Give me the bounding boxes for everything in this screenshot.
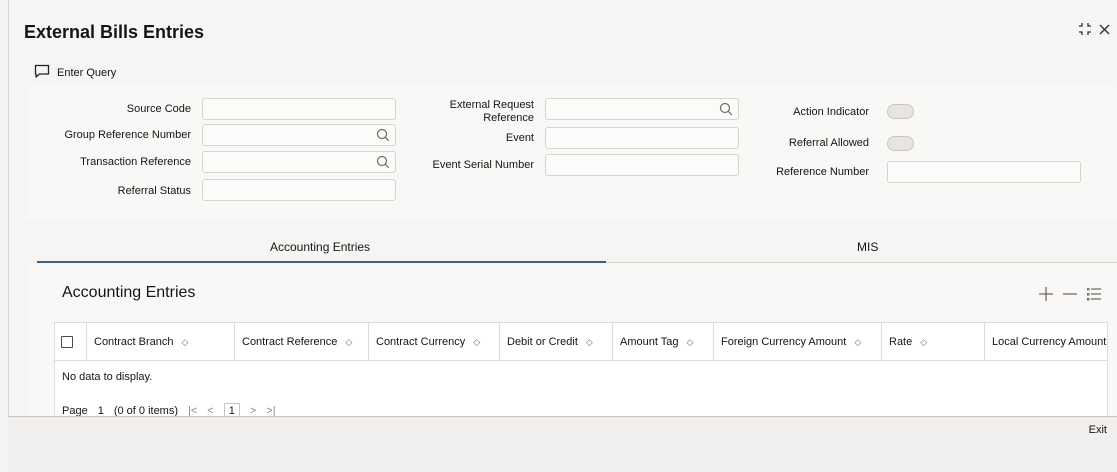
select-all-header bbox=[55, 323, 87, 361]
sort-icon[interactable]: ◇ bbox=[854, 337, 861, 348]
column-header-label: Contract Branch bbox=[94, 336, 174, 348]
source-code-label: Source Code bbox=[126, 103, 191, 115]
remove-icon[interactable] bbox=[1062, 286, 1078, 304]
column-header-amount-tag[interactable]: Amount Tag ◇ bbox=[613, 323, 714, 361]
external-request-reference-label: External Request Reference bbox=[407, 99, 534, 125]
event-label: Event bbox=[505, 132, 534, 144]
footer-bar: Exit bbox=[8, 416, 1117, 472]
exit-button[interactable]: Exit bbox=[1089, 424, 1107, 436]
grid-toolbar bbox=[1038, 286, 1102, 304]
event-serial-number-input[interactable] bbox=[545, 154, 739, 176]
column-header-label: Debit or Credit bbox=[507, 336, 578, 348]
event-input[interactable] bbox=[545, 127, 739, 149]
column-header-label: Foreign Currency Amount bbox=[721, 336, 847, 348]
group-reference-number-label: Group Reference Number bbox=[64, 129, 191, 141]
grid-title: Accounting Entries bbox=[62, 284, 196, 301]
chat-icon bbox=[34, 64, 50, 81]
sort-icon[interactable]: ◇ bbox=[345, 337, 352, 348]
referral-status-input[interactable] bbox=[202, 179, 396, 201]
close-icon[interactable] bbox=[1098, 23, 1111, 40]
empty-state-text: No data to display. bbox=[62, 371, 153, 383]
transaction-reference-input[interactable] bbox=[202, 151, 396, 173]
column-header-contract-currency[interactable]: Contract Currency ◇ bbox=[369, 323, 500, 361]
referral-allowed-toggle[interactable] bbox=[887, 136, 914, 151]
column-header-foreign-currency-amount[interactable]: Foreign Currency Amount ◇ bbox=[714, 323, 882, 361]
enter-query-button[interactable]: Enter Query bbox=[34, 64, 116, 81]
sort-icon[interactable]: ◇ bbox=[687, 337, 694, 348]
accounting-entries-panel: Accounting Entries Contract Branch ◇ Con… bbox=[27, 264, 1117, 419]
tab-mis[interactable]: MIS bbox=[857, 240, 878, 254]
column-header-local-currency-amount[interactable]: Local Currency Amount bbox=[985, 323, 1109, 361]
external-request-reference-input[interactable] bbox=[545, 98, 739, 120]
page-title: External Bills Entries bbox=[24, 22, 205, 42]
reference-number-label: Reference Number bbox=[776, 166, 869, 178]
sort-icon[interactable]: ◇ bbox=[920, 337, 927, 348]
tab-bar: Accounting Entries MIS bbox=[27, 232, 1117, 263]
column-header-contract-branch[interactable]: Contract Branch ◇ bbox=[87, 323, 235, 361]
search-icon[interactable] bbox=[376, 155, 390, 172]
enter-query-label: Enter Query bbox=[57, 66, 117, 79]
column-header-label: Contract Currency bbox=[376, 336, 466, 348]
search-icon[interactable] bbox=[376, 128, 390, 145]
event-serial-number-label: Event Serial Number bbox=[432, 159, 535, 171]
restore-icon[interactable] bbox=[1078, 22, 1092, 40]
source-code-input[interactable] bbox=[202, 98, 396, 120]
column-header-rate[interactable]: Rate ◇ bbox=[882, 323, 985, 361]
column-header-contract-reference[interactable]: Contract Reference ◇ bbox=[235, 323, 369, 361]
list-icon[interactable] bbox=[1086, 286, 1102, 304]
tab-accounting-entries[interactable]: Accounting Entries bbox=[270, 240, 370, 254]
window-controls bbox=[1078, 22, 1111, 40]
column-header-label: Local Currency Amount bbox=[992, 336, 1107, 348]
accounting-entries-table: Contract Branch ◇ Contract Reference ◇ Con… bbox=[54, 322, 1108, 419]
action-indicator-label: Action Indicator bbox=[793, 106, 869, 118]
column-header-label: Rate bbox=[889, 336, 913, 348]
external-request-reference-label-line1: External Request bbox=[449, 99, 534, 111]
add-icon[interactable] bbox=[1038, 286, 1054, 304]
column-header-debit-or-credit[interactable]: Debit or Credit ◇ bbox=[500, 323, 613, 361]
search-icon[interactable] bbox=[719, 102, 733, 119]
active-tab-indicator bbox=[37, 261, 606, 263]
column-header-label: Amount Tag bbox=[620, 336, 679, 348]
reference-number-input[interactable] bbox=[887, 161, 1081, 183]
query-form-panel: Source Code Group Reference Number Trans… bbox=[27, 86, 1117, 220]
group-reference-number-input[interactable] bbox=[202, 124, 396, 146]
transaction-reference-label: Transaction Reference bbox=[80, 156, 191, 168]
footer-strip bbox=[8, 445, 1117, 472]
action-indicator-toggle[interactable] bbox=[887, 104, 914, 119]
sort-icon[interactable]: ◇ bbox=[181, 337, 188, 348]
sort-icon[interactable]: ◇ bbox=[473, 337, 480, 348]
column-header-label: Contract Reference bbox=[242, 336, 338, 348]
sort-icon[interactable]: ◇ bbox=[586, 337, 593, 348]
select-all-checkbox[interactable] bbox=[61, 336, 73, 348]
external-request-reference-label-line2: Reference bbox=[483, 112, 534, 124]
table-header: Contract Branch ◇ Contract Reference ◇ Con… bbox=[55, 323, 1107, 361]
main-window: External Bills Entries Enter Query Sourc… bbox=[8, 0, 1117, 472]
referral-status-label: Referral Status bbox=[117, 185, 191, 197]
referral-allowed-label: Referral Allowed bbox=[788, 137, 869, 149]
